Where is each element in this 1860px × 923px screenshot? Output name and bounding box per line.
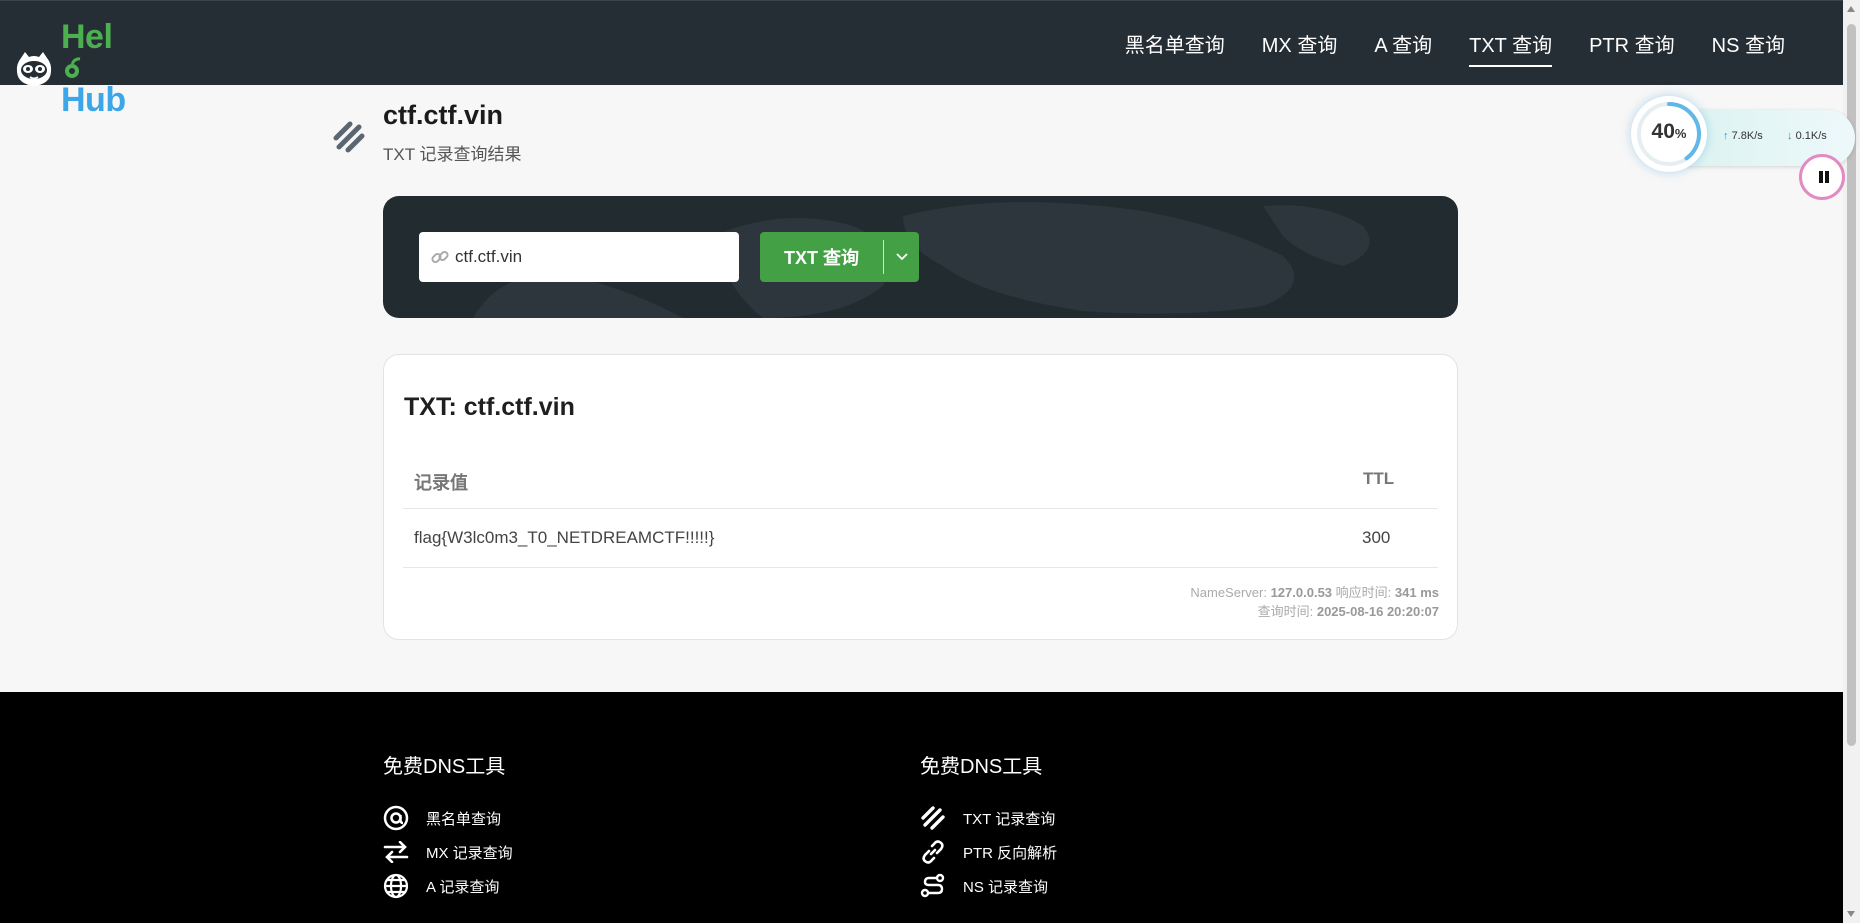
nav-ptr[interactable]: PTR 查询: [1589, 23, 1675, 64]
nav-blacklist[interactable]: 黑名单查询: [1125, 23, 1225, 64]
table-row: flag{W3lc0m3_T0_NETDREAMCTF!!!!!} 300: [403, 509, 1438, 568]
column-header-value: 记录值: [414, 473, 468, 493]
nav-txt[interactable]: TXT 查询: [1469, 23, 1552, 67]
footer-link-label: A 记录查询: [426, 878, 500, 896]
result-title: TXT: ctf.ctf.vin: [404, 393, 575, 421]
chevron-down-icon[interactable]: [884, 253, 919, 261]
footer-column-title: 免费DNS工具: [383, 756, 506, 778]
txt-query-button[interactable]: TXT 查询: [760, 232, 919, 282]
logo-o-icon: [65, 57, 81, 78]
record-ttl: 300: [1362, 528, 1391, 547]
page-title: ctf.ctf.vin: [383, 100, 504, 130]
record-value: flag{W3lc0m3_T0_NETDREAMCTF!!!!!}: [414, 528, 715, 547]
download-speed: ↓ 0.1K/s: [1787, 130, 1827, 142]
nameserver-value: 127.0.0.53: [1270, 585, 1333, 600]
arrow-up-icon: ↑: [1723, 130, 1729, 142]
top-navbar: Hel Hub 黑名单查询 MX 查询 A 查询 TXT 查询 PTR 查询 NS…: [0, 0, 1843, 119]
sloth-logo-icon: [16, 52, 52, 86]
site-logo[interactable]: Hel Hub: [15, 18, 126, 120]
footer-link-label: MX 记录查询: [426, 844, 513, 862]
column-header-ttl: TTL: [1363, 469, 1395, 488]
page-subtitle: TXT 记录查询结果: [383, 145, 522, 164]
footer-link-ptr[interactable]: PTR 反向解析: [920, 835, 1057, 869]
result-table: 记录值 TTL flag{W3lc0m3_T0_NETDREAMCTF!!!!!…: [403, 450, 1438, 568]
footer-link-label: TXT 记录查询: [963, 810, 1056, 828]
footer-link-ns[interactable]: NS 记录查询: [920, 869, 1057, 903]
scroll-down-arrow-icon[interactable]: [1847, 911, 1855, 917]
scroll-up-arrow-icon[interactable]: [1847, 6, 1855, 12]
globe-icon: [383, 873, 409, 899]
footer-link-label: 黑名单查询: [426, 810, 502, 828]
footer-link-mx[interactable]: MX 记录查询: [383, 835, 513, 869]
nav-ns[interactable]: NS 查询: [1712, 23, 1785, 64]
footer-link-label: PTR 反向解析: [963, 844, 1058, 862]
at-sign-icon: [383, 805, 409, 831]
query-time-value: 2025-08-16 20:20:07: [1316, 604, 1439, 619]
footer-link-blacklist[interactable]: 黑名单查询: [383, 801, 513, 835]
logo-text: Hel Hub: [61, 18, 126, 119]
footer-column-2: 免费DNS工具 TXT 记录查询 PTR 反向解析 NS 记录查询: [920, 750, 1057, 903]
nav-a[interactable]: A 查询: [1374, 23, 1432, 64]
query-time-label: 查询时间:: [1257, 604, 1314, 619]
chain-link-icon: [920, 839, 946, 865]
footer-column-1: 免费DNS工具 黑名单查询 MX 记录查询 A 记录查询: [383, 750, 513, 903]
result-card: TXT: ctf.ctf.vin 记录值 TTL flag{W3lc0m3_T0…: [383, 354, 1458, 640]
nav-mx[interactable]: MX 查询: [1262, 23, 1338, 64]
upload-speed: ↑ 7.8K/s: [1723, 130, 1763, 142]
main-nav: 黑名单查询 MX 查询 A 查询 TXT 查询 PTR 查询 NS 查询: [1125, 1, 1785, 85]
query-meta: NameServer: 127.0.0.53 响应时间: 341 ms 查询时间…: [1190, 583, 1439, 621]
domain-input-wrapper: [419, 232, 739, 282]
nameserver-label: NameServer:: [1190, 585, 1267, 600]
footer-link-txt[interactable]: TXT 记录查询: [920, 801, 1057, 835]
footer-link-label: NS 记录查询: [963, 878, 1049, 896]
exchange-arrows-icon: [383, 839, 409, 865]
arrow-down-icon: ↓: [1787, 130, 1793, 142]
network-speed-widget[interactable]: 40% ↑ 7.8K/s ↓ 0.1K/s: [1623, 96, 1855, 200]
search-panel: TXT 查询: [383, 196, 1458, 318]
query-button-label: TXT 查询: [784, 248, 859, 268]
pause-icon[interactable]: [1799, 154, 1845, 200]
table-header: 记录值 TTL: [403, 450, 1438, 509]
txt-record-icon: [333, 121, 365, 153]
response-time-label: 响应时间:: [1335, 585, 1392, 600]
domain-input[interactable]: [455, 247, 715, 267]
footer-link-a[interactable]: A 记录查询: [383, 869, 513, 903]
usage-percent: 40%: [1651, 120, 1687, 143]
route-icon: [920, 873, 946, 899]
txt-record-icon: [920, 805, 946, 831]
footer-column-title: 免费DNS工具: [920, 756, 1043, 778]
link-icon: [430, 247, 450, 267]
footer: 免费DNS工具 黑名单查询 MX 记录查询 A 记录查询 免费DNS工具 TXT…: [0, 692, 1843, 923]
response-time-value: 341 ms: [1394, 585, 1439, 600]
